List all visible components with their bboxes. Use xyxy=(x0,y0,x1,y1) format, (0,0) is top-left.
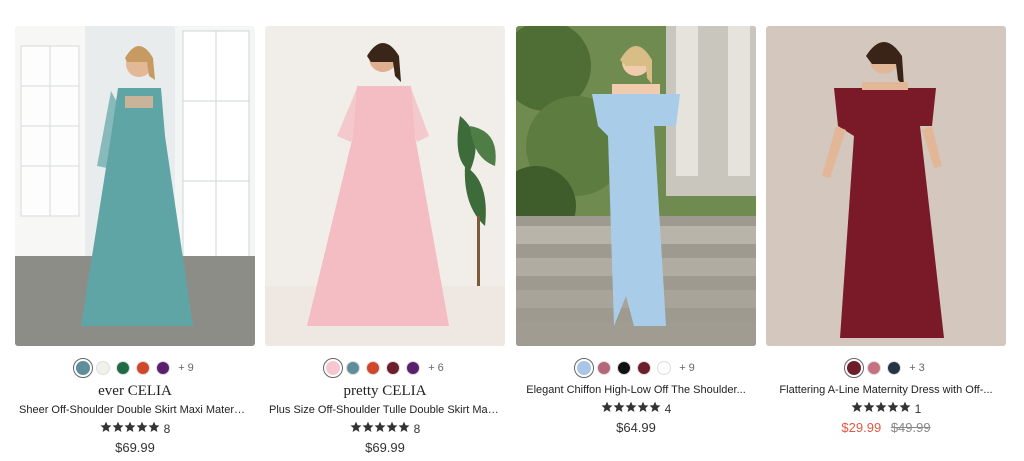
color-swatches: + 3 xyxy=(766,358,1006,378)
product-image[interactable] xyxy=(265,26,505,346)
rating: 1 xyxy=(766,400,1006,418)
color-swatch[interactable] xyxy=(574,358,595,378)
star-rating xyxy=(601,400,661,418)
color-swatch[interactable] xyxy=(637,361,652,375)
product-card[interactable]: + 6 pretty CELIA Plus Size Off-Shoulder … xyxy=(265,26,505,456)
price: $64.99 xyxy=(616,420,656,435)
product-name[interactable]: Flattering A-Line Maternity Dress with O… xyxy=(766,383,1006,397)
color-swatch[interactable] xyxy=(136,361,151,375)
review-count: 8 xyxy=(163,422,171,436)
star-rating xyxy=(350,420,410,438)
star-icon xyxy=(875,401,887,412)
color-swatch[interactable] xyxy=(657,361,672,375)
product-image[interactable] xyxy=(516,26,756,346)
star-icon xyxy=(637,401,649,412)
color-swatch[interactable] xyxy=(597,361,612,375)
product-image[interactable] xyxy=(766,26,1006,346)
star-icon xyxy=(613,401,625,412)
rating: 8 xyxy=(15,420,255,438)
color-swatch[interactable] xyxy=(156,361,171,375)
star-rating xyxy=(851,400,911,418)
brand-name: pretty CELIA xyxy=(343,383,427,399)
sale-price: $29.99 xyxy=(841,420,882,435)
color-swatch[interactable] xyxy=(96,361,111,375)
star-icon xyxy=(100,421,112,432)
star-icon xyxy=(112,421,124,432)
star-icon xyxy=(625,401,637,412)
star-icon xyxy=(148,421,160,432)
star-icon xyxy=(601,401,613,412)
more-colors-count[interactable]: + 3 xyxy=(909,362,925,374)
star-icon xyxy=(398,421,410,432)
product-name[interactable]: Elegant Chiffon High-Low Off The Shoulde… xyxy=(516,383,756,397)
product-card[interactable]: + 3 Flattering A-Line Maternity Dress wi… xyxy=(766,26,1006,436)
color-swatch[interactable] xyxy=(617,361,632,375)
color-swatch[interactable] xyxy=(346,361,361,375)
product-card[interactable]: + 9 ever CELIA Sheer Off-Shoulder Double… xyxy=(15,26,255,456)
product-card[interactable]: + 9 Elegant Chiffon High-Low Off The Sho… xyxy=(516,26,756,436)
star-icon xyxy=(386,421,398,432)
color-swatch[interactable] xyxy=(366,361,381,375)
color-swatch[interactable] xyxy=(386,361,401,375)
color-swatch[interactable] xyxy=(887,361,902,375)
color-swatch[interactable] xyxy=(867,361,882,375)
product-image[interactable] xyxy=(15,26,255,346)
star-icon xyxy=(124,421,136,432)
star-icon xyxy=(362,421,374,432)
star-icon xyxy=(374,421,386,432)
star-icon xyxy=(350,421,362,432)
product-name[interactable]: Sheer Off-Shoulder Double Skirt Maxi Mat… xyxy=(15,403,255,417)
more-colors-count[interactable]: + 6 xyxy=(428,362,444,374)
more-colors-count[interactable]: + 9 xyxy=(679,362,695,374)
star-icon xyxy=(887,401,899,412)
product-name[interactable]: Plus Size Off-Shoulder Tulle Double Skir… xyxy=(265,403,505,417)
star-rating xyxy=(100,420,160,438)
review-count: 4 xyxy=(664,402,672,416)
color-swatch[interactable] xyxy=(844,358,865,378)
review-count: 8 xyxy=(413,422,421,436)
star-icon xyxy=(863,401,875,412)
original-price: $49.99 xyxy=(890,420,931,435)
price: $69.99 xyxy=(365,440,405,455)
rating: 8 xyxy=(265,420,505,438)
more-colors-count[interactable]: + 9 xyxy=(178,362,194,374)
color-swatch[interactable] xyxy=(406,361,421,375)
color-swatch[interactable] xyxy=(323,358,344,378)
brand-name: ever CELIA xyxy=(98,383,172,399)
color-swatches: + 9 xyxy=(516,358,756,378)
product-grid: + 9 ever CELIA Sheer Off-Shoulder Double… xyxy=(0,0,1024,461)
price: $29.99 $49.99 xyxy=(766,420,1006,436)
star-icon xyxy=(649,401,661,412)
price: $69.99 xyxy=(115,440,155,455)
review-count: 1 xyxy=(914,402,922,416)
color-swatch[interactable] xyxy=(73,358,94,378)
star-icon xyxy=(136,421,148,432)
color-swatches: + 9 xyxy=(15,358,255,378)
star-icon xyxy=(899,401,911,412)
color-swatches: + 6 xyxy=(265,358,505,378)
star-icon xyxy=(851,401,863,412)
color-swatch[interactable] xyxy=(116,361,131,375)
rating: 4 xyxy=(516,400,756,418)
